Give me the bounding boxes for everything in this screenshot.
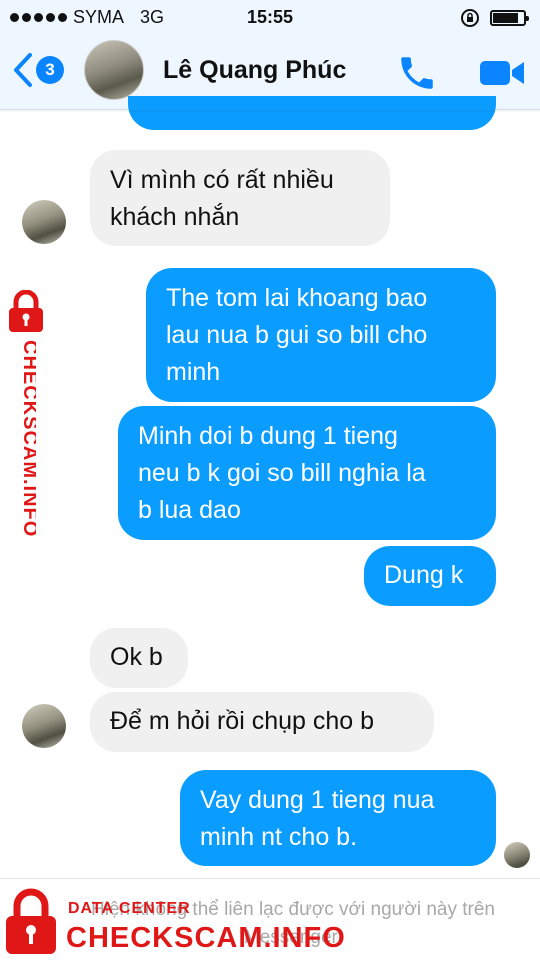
contact-avatar-small[interactable] xyxy=(22,704,66,748)
seen-receipt-avatar xyxy=(504,842,530,868)
padlock-icon xyxy=(6,888,56,954)
chevron-left-icon xyxy=(14,53,32,87)
message-text: Ok b xyxy=(110,643,163,671)
phone-icon[interactable] xyxy=(396,52,438,94)
back-button[interactable]: 3 xyxy=(12,52,64,88)
message-bubble-partial xyxy=(128,96,496,130)
status-bar: SYMA 3G 15:55 xyxy=(0,0,540,34)
message-text: Để m hỏi rồi chụp cho b xyxy=(110,707,375,735)
message-outgoing[interactable]: Vay dung 1 tieng nua minh nt cho b. xyxy=(180,770,496,866)
unread-count-badge: 3 xyxy=(36,56,64,84)
header-shade xyxy=(0,110,540,112)
message-outgoing[interactable]: Minh doi b dung 1 tieng neu b k goi so b… xyxy=(118,406,496,540)
message-text: Dung k xyxy=(384,561,464,589)
contact-avatar[interactable] xyxy=(84,40,144,100)
message-outgoing[interactable]: The tom lai khoang bao lau nua b gui so … xyxy=(146,268,496,402)
message-incoming[interactable]: Để m hỏi rồi chụp cho b xyxy=(90,692,434,752)
message-text: Vì mình có rất nhiều khách nhắn xyxy=(110,166,334,231)
contact-avatar-small[interactable] xyxy=(22,200,66,244)
message-text: Vay dung 1 tieng nua minh nt cho b. xyxy=(200,786,435,851)
battery-icon xyxy=(490,10,529,26)
message-text: Minh doi b dung 1 tieng neu b k goi so b… xyxy=(138,422,426,524)
footer-divider xyxy=(0,878,540,879)
watermark-side: CHECKSCAM.INFO DATA CENTER xyxy=(4,290,60,560)
message-incoming[interactable]: Vì mình có rất nhiều khách nhắn xyxy=(90,150,390,246)
watermark-side-text: CHECKSCAM.INFO DATA CENTER xyxy=(19,340,36,537)
watermark-label: DATA CENTER xyxy=(68,900,191,917)
contact-name[interactable]: Lê Quang Phúc xyxy=(163,56,346,85)
message-incoming[interactable]: Ok b xyxy=(90,628,188,688)
watermark-brand: CHECKSCAM.INFO xyxy=(66,922,346,954)
watermark-bottom: DATA CENTER CHECKSCAM.INFO xyxy=(4,888,345,958)
video-camera-icon[interactable] xyxy=(478,58,526,88)
message-text: The tom lai khoang bao lau nua b gui so … xyxy=(166,284,428,386)
message-outgoing[interactable]: Dung k xyxy=(364,546,496,606)
padlock-icon xyxy=(9,290,43,332)
clock: 15:55 xyxy=(246,7,294,27)
watermark-label-vertical: DATA CENTER xyxy=(33,344,36,432)
rotation-lock-icon xyxy=(461,9,479,27)
